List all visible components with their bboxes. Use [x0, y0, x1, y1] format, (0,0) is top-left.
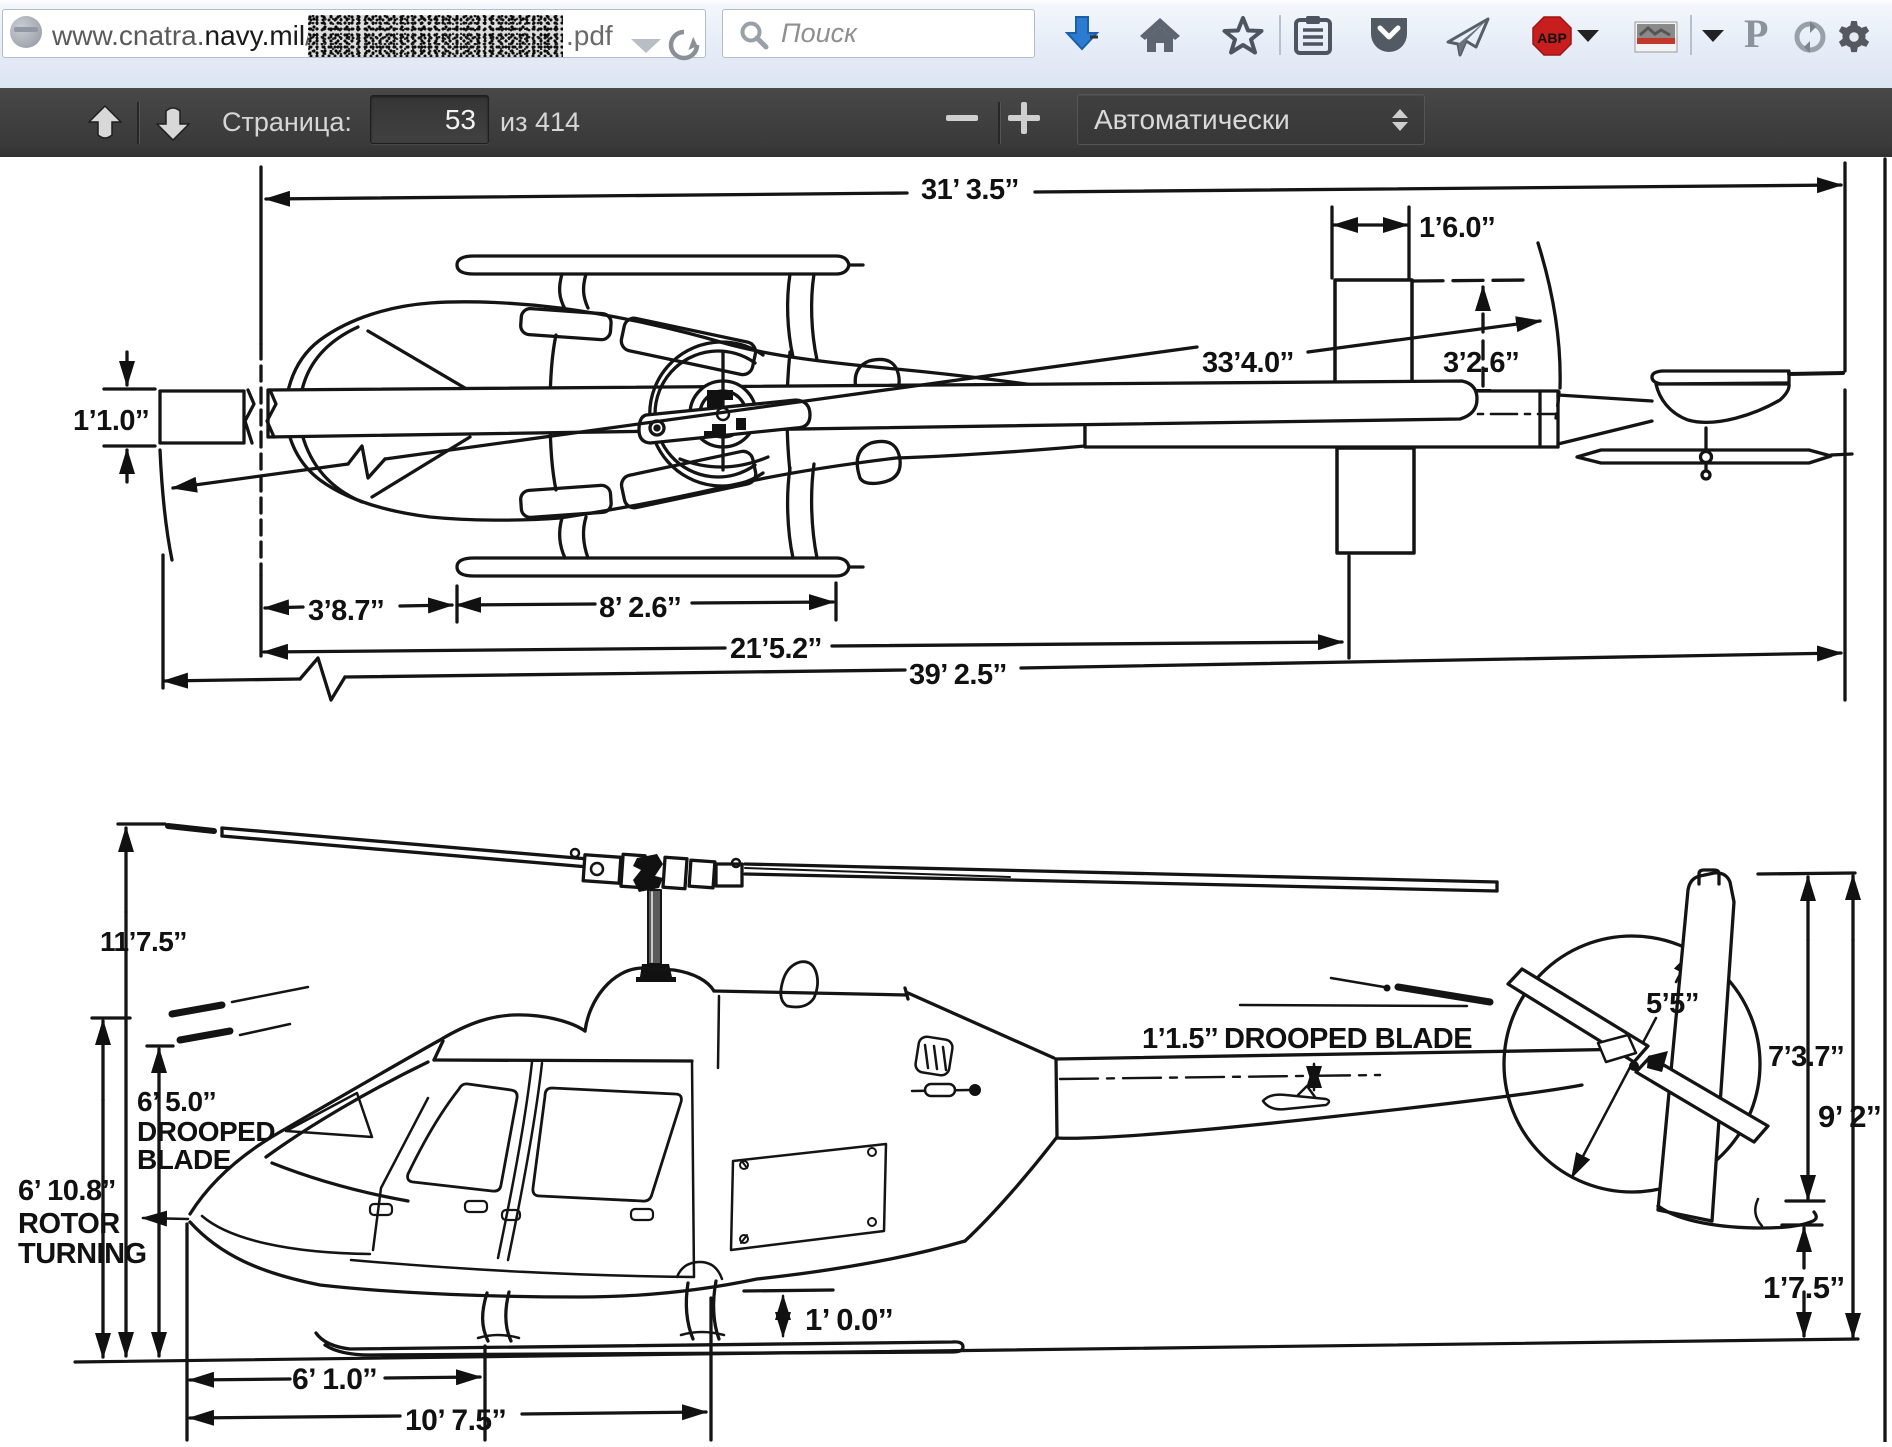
svg-text:7’3.7’’: 7’3.7’’	[1768, 1041, 1844, 1073]
svg-text:3’2.6’’: 3’2.6’’	[1443, 347, 1519, 379]
svg-text:6’ 5.0’’: 6’ 5.0’’	[137, 1086, 216, 1117]
svg-text:33’4.0’’: 33’4.0’’	[1202, 347, 1294, 379]
svg-text:9’ 2’’: 9’ 2’’	[1818, 1099, 1881, 1134]
svg-text:10’ 7.5’’: 10’ 7.5’’	[405, 1404, 506, 1437]
svg-text:3’8.7’’: 3’8.7’’	[308, 595, 384, 627]
svg-text:1’1.0’’: 1’1.0’’	[73, 405, 149, 437]
svg-text:39’ 2.5’’: 39’ 2.5’’	[909, 659, 1007, 691]
svg-text:ABP: ABP	[1537, 30, 1567, 46]
svg-text:TURNING: TURNING	[18, 1238, 147, 1270]
svg-text:31’ 3.5’’: 31’ 3.5’’	[921, 174, 1019, 206]
svg-text:6’ 1.0’’: 6’ 1.0’’	[292, 1363, 377, 1396]
svg-text:21’5.2’’: 21’5.2’’	[730, 633, 822, 665]
svg-text:1’6.0’’: 1’6.0’’	[1419, 212, 1495, 244]
svg-text:8’ 2.6’’: 8’ 2.6’’	[599, 592, 681, 624]
svg-text:5’5’’: 5’5’’	[1646, 988, 1699, 1020]
svg-text:ROTOR: ROTOR	[18, 1208, 120, 1240]
svg-text:DROOPED: DROOPED	[137, 1116, 275, 1147]
svg-text:1’7.5’’: 1’7.5’’	[1763, 1270, 1845, 1305]
svg-text:BLADE: BLADE	[137, 1144, 231, 1175]
svg-text:6’ 10.8’’: 6’ 10.8’’	[18, 1175, 116, 1207]
svg-text:1’1.5’’ DROOPED BLADE: 1’1.5’’ DROOPED BLADE	[1142, 1023, 1472, 1055]
svg-text:1’ 0.0’’: 1’ 0.0’’	[805, 1302, 893, 1337]
svg-text:11’7.5’’: 11’7.5’’	[100, 926, 187, 957]
